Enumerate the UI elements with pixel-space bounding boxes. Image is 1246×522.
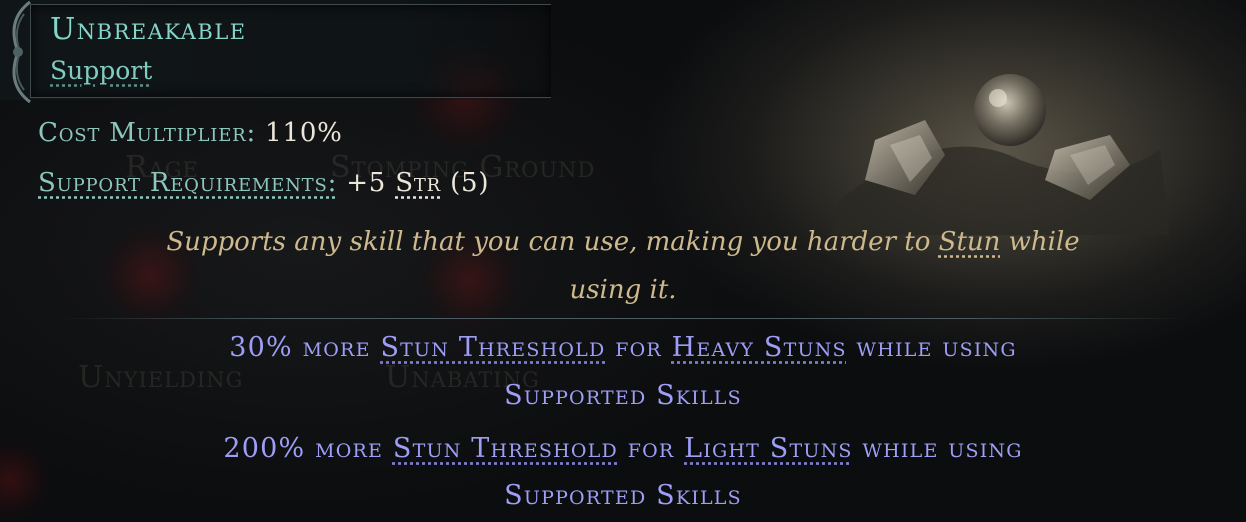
modifier-line-continuation: Supported Skills bbox=[0, 370, 1246, 422]
uncut-gems-illustration bbox=[820, 60, 1180, 240]
description-text: while bbox=[1009, 227, 1080, 257]
gem-type: Support bbox=[50, 56, 152, 85]
req-value-prefix: +5 bbox=[346, 168, 386, 198]
tooltip-header: Unbreakable Support bbox=[0, 0, 560, 100]
req-value-suffix: (5) bbox=[450, 168, 489, 198]
mod-text: for bbox=[615, 332, 662, 363]
mod-keyword-heavy-stuns[interactable]: Heavy Stuns bbox=[672, 332, 847, 363]
mod-value: 30% more bbox=[229, 332, 370, 363]
modifier-line: 30% more Stun Threshold for Heavy Stuns … bbox=[0, 322, 1246, 374]
mod-text: while using bbox=[857, 332, 1017, 363]
gem-description-line-1: Supports any skill that you can use, mak… bbox=[0, 218, 1246, 266]
section-divider bbox=[60, 318, 1190, 319]
cost-multiplier-line: Cost Multiplier: 110% bbox=[38, 118, 343, 148]
mod-keyword-light-stuns[interactable]: Light Stuns bbox=[684, 433, 852, 464]
modifier-line: 200% more Stun Threshold for Light Stuns… bbox=[0, 423, 1246, 475]
mod-keyword-stun-threshold[interactable]: Stun Threshold bbox=[393, 433, 618, 464]
cost-multiplier-label: Cost Multiplier: bbox=[38, 118, 256, 148]
support-requirements-line: Support Requirements: +5 Str (5) bbox=[38, 168, 489, 198]
gem-description-line-2: using it. bbox=[0, 266, 1246, 314]
mod-keyword-stun-threshold[interactable]: Stun Threshold bbox=[380, 332, 605, 363]
description-keyword-stun[interactable]: Stun bbox=[939, 227, 1001, 257]
mod-value: 200% more bbox=[223, 433, 383, 464]
cost-multiplier-value: 110% bbox=[265, 118, 343, 148]
mod-text: while using bbox=[862, 433, 1022, 464]
support-requirements-label[interactable]: Support Requirements: bbox=[38, 168, 337, 198]
req-attribute[interactable]: Str bbox=[395, 168, 441, 198]
mod-text: for bbox=[628, 433, 675, 464]
description-text: Supports any skill that you can use, mak… bbox=[166, 227, 930, 257]
modifier-line-continuation: Supported Skills bbox=[0, 470, 1246, 522]
gem-name: Unbreakable bbox=[50, 12, 247, 47]
